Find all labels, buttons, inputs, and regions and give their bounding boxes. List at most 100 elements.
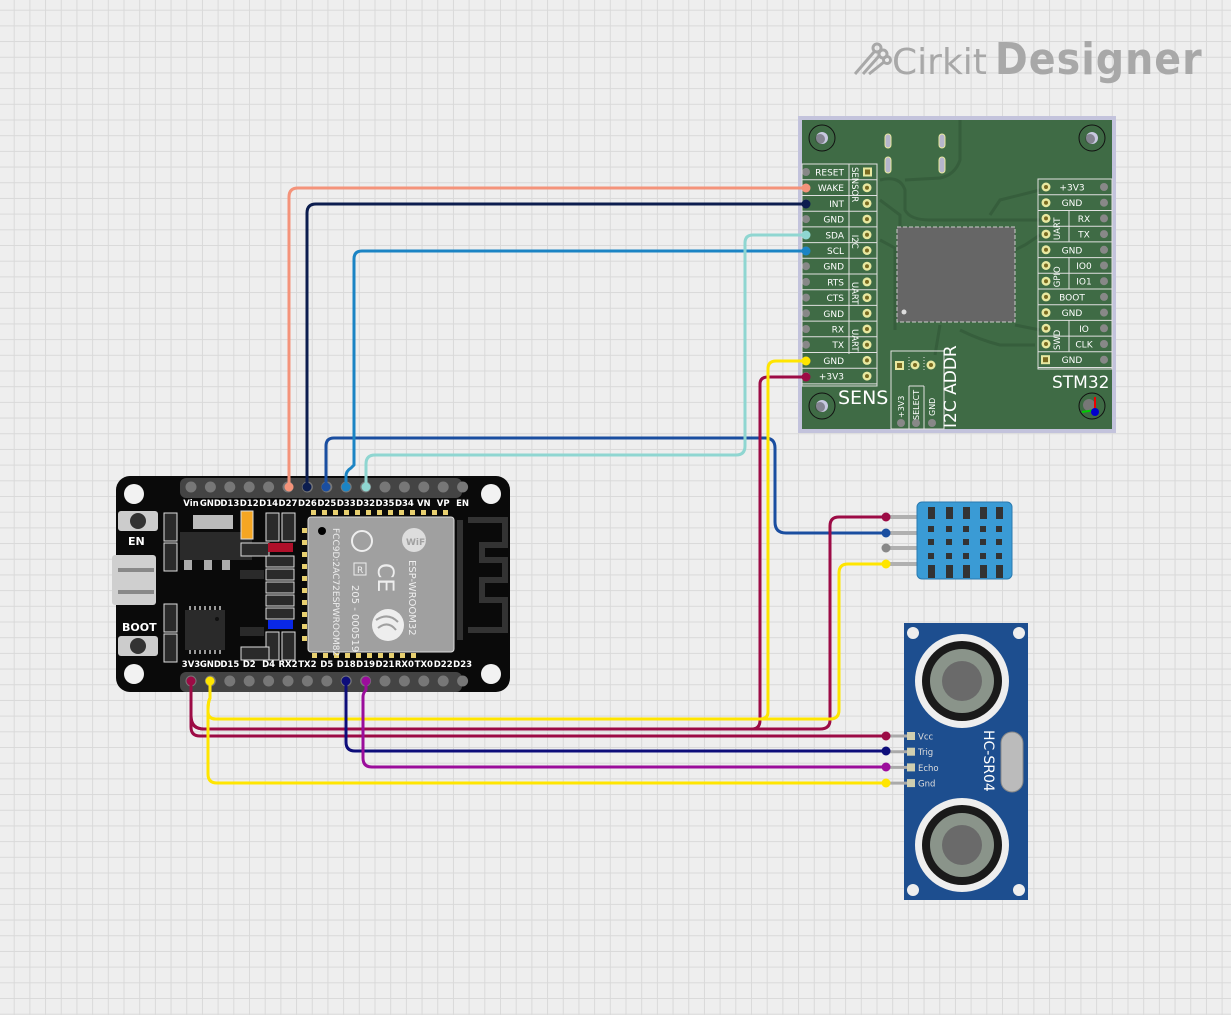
wire-endpoint[interactable] xyxy=(881,731,891,741)
sensor-group-label: GPIO xyxy=(1053,266,1063,287)
esp32-pin-label: D25 xyxy=(317,499,336,509)
sensor-pin-gnd[interactable] xyxy=(1100,198,1108,207)
wire-esp32-d19-to-hcsr04-echo[interactable] xyxy=(361,679,888,769)
sensor-pin-io[interactable] xyxy=(1100,324,1108,333)
dht-sensor[interactable] xyxy=(886,501,1013,580)
esp32-pin-d21[interactable] xyxy=(379,675,391,687)
sensor-pin-tx[interactable] xyxy=(802,340,810,349)
esp32-pin-vp[interactable] xyxy=(437,481,449,493)
sensor-pin-label: GND xyxy=(823,263,844,273)
ultrasonic-transducer xyxy=(915,634,1009,728)
esp32-pin-tx2[interactable] xyxy=(301,675,313,687)
hcsr04-label: HC-SR04 xyxy=(980,730,996,792)
sensor-pin-reset[interactable] xyxy=(802,168,810,176)
dht-nc-pin xyxy=(881,543,891,553)
esp32-pin-vin[interactable] xyxy=(185,481,197,493)
esp32-pin-label: 3V3 xyxy=(182,660,200,670)
wire-endpoint[interactable] xyxy=(321,482,331,492)
sensor-pin-rx[interactable] xyxy=(1100,214,1108,223)
sensor-pin-tx[interactable] xyxy=(1100,230,1108,239)
esp32-pin-d22[interactable] xyxy=(437,675,449,687)
wire-endpoint[interactable] xyxy=(881,762,891,772)
sensor-pin-gnd[interactable] xyxy=(802,215,810,224)
sensor-pin-label: IO0 xyxy=(1076,262,1092,272)
sensor-pin-io0[interactable] xyxy=(1100,261,1108,270)
esp32-pin-tx0[interactable] xyxy=(418,675,430,687)
wire-endpoint[interactable] xyxy=(361,482,371,492)
transistor xyxy=(240,570,264,579)
wire-endpoint[interactable] xyxy=(801,372,811,382)
wire-esp32-d33-to-sensor-scl[interactable] xyxy=(344,249,808,488)
wire-endpoint[interactable] xyxy=(881,528,891,538)
wire-endpoint[interactable] xyxy=(302,482,312,492)
power-led-red xyxy=(268,543,293,552)
wire-endpoint[interactable] xyxy=(205,676,215,686)
sensor-board[interactable]: RESET WAKE INT GND SDA SCL GND RTS CTS GND RX TX GND… xyxy=(798,116,1116,433)
hcsr04-pin-echo[interactable] xyxy=(907,763,915,772)
ultrasonic-transducer xyxy=(915,798,1009,892)
sensor-pin-gnd[interactable] xyxy=(1100,308,1108,317)
esp32-pin-d23[interactable] xyxy=(457,675,469,687)
wire-endpoint[interactable] xyxy=(881,778,891,788)
esp32-pin-d4[interactable] xyxy=(263,675,275,687)
sensor-pin-cts[interactable] xyxy=(802,293,810,302)
wire-endpoint[interactable] xyxy=(801,356,811,366)
hcsr04-pin-trig[interactable] xyxy=(907,747,915,756)
svg-text:WiFi: WiFi xyxy=(406,538,428,548)
hcsr04-pin-gnd[interactable] xyxy=(907,779,915,788)
esp32-pin-gnd[interactable] xyxy=(204,481,216,493)
sensor-pin-label: IO xyxy=(1079,325,1089,335)
wire-endpoint[interactable] xyxy=(801,199,811,209)
sensor-pin-boot[interactable] xyxy=(1100,292,1108,301)
esp32-pin-d12[interactable] xyxy=(243,481,255,493)
wire-endpoint[interactable] xyxy=(881,559,891,569)
sensor-pin-clk[interactable] xyxy=(1100,340,1108,348)
sensor-pin-gnd[interactable] xyxy=(1100,245,1108,254)
wire-endpoint[interactable] xyxy=(186,676,196,686)
wire-endpoint[interactable] xyxy=(284,482,294,492)
esp32-pin-d14[interactable] xyxy=(263,481,275,493)
sensor-pin-io1[interactable] xyxy=(1100,277,1108,286)
wire-esp32-d26-to-sensor-int[interactable] xyxy=(305,202,808,488)
esp32-pin-rx0[interactable] xyxy=(398,675,410,687)
wire-endpoint[interactable] xyxy=(801,246,811,256)
esp32-pin-label: RX2 xyxy=(278,660,297,670)
boot-button[interactable] xyxy=(118,636,158,656)
sensor-pin-+3v3[interactable] xyxy=(1100,183,1108,191)
esp32-pin-d34[interactable] xyxy=(398,481,410,493)
esp32-pin-label: VN xyxy=(417,499,431,509)
sensor-pin-gnd[interactable] xyxy=(1100,355,1108,364)
esp32-pin-vn[interactable] xyxy=(418,481,430,493)
esp32-pin-d13[interactable] xyxy=(224,481,236,493)
hcsr04-sensor[interactable]: HC-SR04 Vcc Trig Echo Gnd xyxy=(886,623,1028,900)
esp32-pin-d15[interactable] xyxy=(224,675,236,687)
wire-endpoint[interactable] xyxy=(881,746,891,756)
wire-esp32-d32-to-sensor-sda[interactable] xyxy=(364,233,808,488)
wire-endpoint[interactable] xyxy=(881,512,891,522)
esp32-pin-d2[interactable] xyxy=(243,675,255,687)
sensor-pin-gnd[interactable] xyxy=(802,309,810,318)
sensor-pin-gnd[interactable] xyxy=(802,262,810,271)
sensor-group-label: UART xyxy=(1053,217,1063,240)
esp32-board[interactable]: Vin GND D13 D12 D14 D27 D26 D25 D33 D32 D35 D34 VN VP… xyxy=(112,476,510,692)
sensor-pin-rx[interactable] xyxy=(802,325,810,333)
esp32-pin-d5[interactable] xyxy=(321,675,333,687)
sensor-pin-label: WAKE xyxy=(818,184,844,194)
sensor-pin-label: GND xyxy=(1062,356,1083,366)
sensor-pin-label: GND xyxy=(1062,246,1083,256)
esp32-pin-d35[interactable] xyxy=(379,481,391,493)
sensor-pin-label: RX xyxy=(1078,215,1090,225)
wire-endpoint[interactable] xyxy=(361,676,371,686)
wire-endpoint[interactable] xyxy=(801,183,811,193)
en-button[interactable] xyxy=(118,511,158,531)
esp32-pin-en[interactable] xyxy=(457,481,469,493)
wire-esp32-d27-to-sensor-wake[interactable] xyxy=(287,186,808,488)
esp32-pin-rx2[interactable] xyxy=(282,675,294,687)
esp32-pin-label: D34 xyxy=(395,499,414,509)
sensor-pin-rts[interactable] xyxy=(802,277,810,286)
wire-endpoint[interactable] xyxy=(341,482,351,492)
esp32-pin-label: D23 xyxy=(453,660,472,670)
wire-endpoint[interactable] xyxy=(801,230,811,240)
wire-endpoint[interactable] xyxy=(341,676,351,686)
hcsr04-pin-vcc[interactable] xyxy=(907,732,915,740)
